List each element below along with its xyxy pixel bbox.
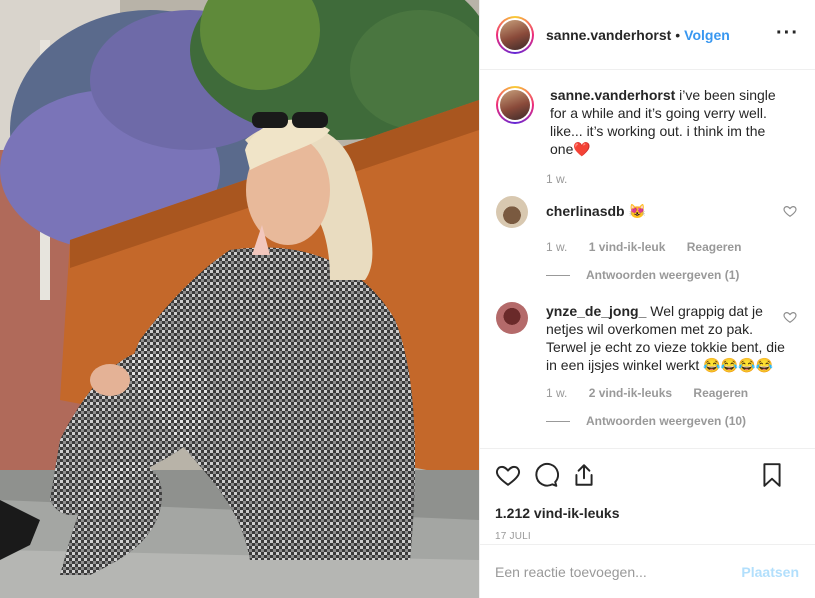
add-comment-bar: Plaatsen [479, 544, 815, 598]
comment-avatar[interactable] [496, 302, 528, 334]
comment-username[interactable]: cherlinasdb [546, 203, 625, 219]
comment-username[interactable]: ynze_de_jong_ [546, 303, 646, 319]
caption-age[interactable]: 1 w. [546, 172, 567, 186]
action-icons-row [495, 459, 799, 491]
post-comment-button[interactable]: Plaatsen [741, 564, 799, 580]
caption-heart-emoji: ❤️ [573, 141, 591, 157]
view-replies-divider [546, 274, 570, 276]
comment-age[interactable]: 1 w. [546, 240, 567, 254]
post-actions: 1.212 vind-ik-leuks 17 JULI [479, 448, 815, 542]
caption-avatar[interactable] [496, 86, 534, 124]
comment-row: cherlinasdb 😻 [496, 196, 799, 228]
avatar[interactable] [496, 15, 534, 54]
caption-text-block: sanne.vanderhorst i’ve been single for a… [550, 86, 790, 158]
comment-likes[interactable]: 2 vind-ik-leuks [589, 386, 672, 400]
caption: sanne.vanderhorst i’ve been single for a… [496, 86, 799, 158]
like-comment-heart-icon[interactable] [783, 204, 797, 218]
view-replies-link[interactable]: Antwoorden weergeven (10) [546, 414, 799, 428]
bookmark-icon[interactable] [759, 462, 785, 488]
caption-username[interactable]: sanne.vanderhorst [550, 87, 675, 103]
comment-input[interactable] [495, 563, 742, 580]
follow-button[interactable]: Volgen [684, 27, 730, 43]
post-photo[interactable] [0, 0, 479, 598]
comments-list[interactable]: sanne.vanderhorst i’ve been single for a… [480, 70, 815, 448]
post-date[interactable]: 17 JULI [495, 531, 799, 542]
caption-meta: 1 w. [546, 172, 799, 186]
reply-button[interactable]: Reageren [693, 386, 748, 400]
share-upload-icon[interactable] [571, 462, 597, 488]
comment-text-block: ynze_de_jong_ Wel grappig dat je netjes … [546, 302, 786, 374]
separator-dot: • [675, 26, 681, 43]
header-username[interactable]: sanne.vanderhorst [546, 27, 671, 43]
comment-row: ynze_de_jong_ Wel grappig dat je netjes … [496, 302, 799, 374]
post-photo-illustration [0, 0, 479, 598]
view-replies-divider [546, 420, 570, 422]
more-options-icon[interactable]: ··· [776, 23, 799, 43]
comment-meta: 1 w. 1 vind-ik-leuk Reageren [546, 240, 799, 254]
post-header: sanne.vanderhorst • Volgen ··· [480, 0, 815, 70]
comment-likes[interactable]: 1 vind-ik-leuk [589, 240, 666, 254]
view-replies-label: Antwoorden weergeven (1) [586, 268, 740, 282]
comment-bubble-icon[interactable] [533, 462, 559, 488]
comment-meta: 1 w. 2 vind-ik-leuks Reageren [546, 386, 799, 400]
like-comment-heart-icon[interactable] [783, 310, 797, 324]
view-replies-link[interactable]: Antwoorden weergeven (1) [546, 268, 799, 282]
view-replies-label: Antwoorden weergeven (10) [586, 414, 747, 428]
comment-text: 😻 [628, 203, 646, 219]
like-heart-icon[interactable] [495, 462, 521, 488]
reply-button[interactable]: Reageren [687, 240, 742, 254]
comment-age[interactable]: 1 w. [546, 386, 567, 400]
comment-avatar[interactable] [496, 196, 528, 228]
likes-count[interactable]: 1.212 vind-ik-leuks [495, 505, 799, 521]
comment-text-block: cherlinasdb 😻 [546, 202, 786, 228]
